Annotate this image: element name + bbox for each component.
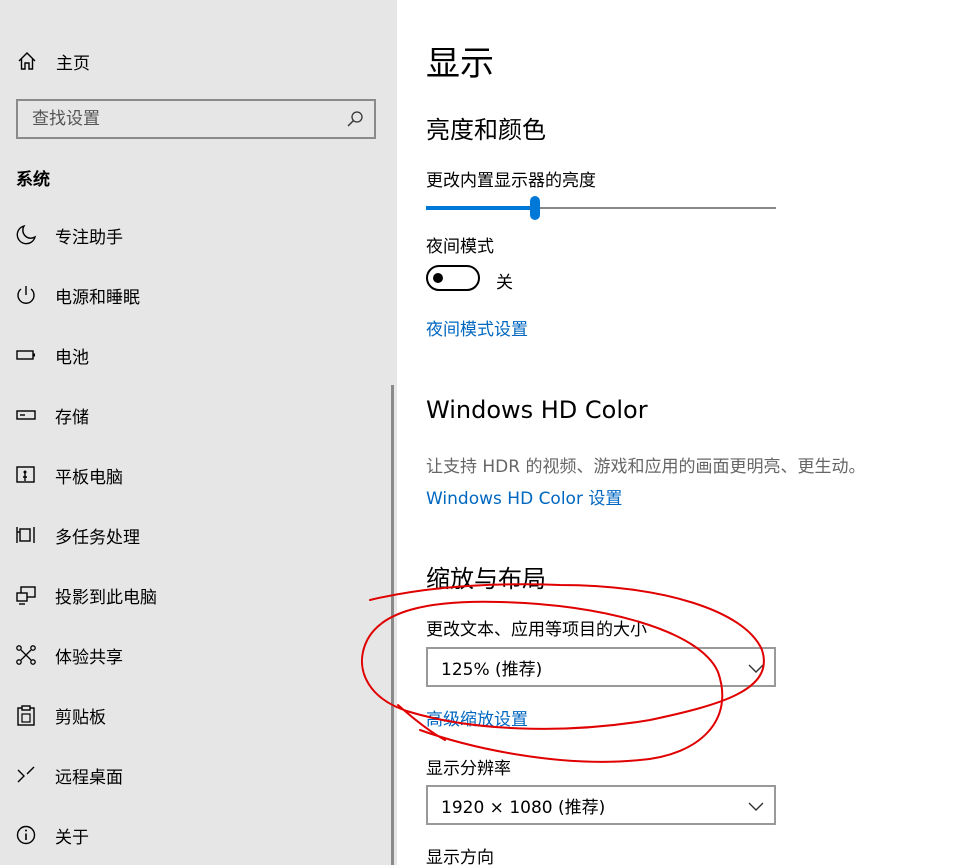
search-icon[interactable] [346, 110, 364, 128]
resolution-label: 显示分辨率 [426, 759, 511, 779]
hd-color-description: 让支持 HDR 的视频、游戏和应用的画面更明亮、更生动。 [426, 457, 866, 477]
night-light-toggle[interactable] [426, 265, 480, 291]
home-icon [16, 50, 38, 72]
orientation-label: 显示方向 [426, 848, 494, 865]
sidebar-item-label: 远程桌面 [55, 767, 123, 788]
toggle-knob [433, 273, 443, 283]
slider-thumb[interactable] [530, 196, 540, 220]
display-settings-page: 显示 亮度和颜色 更改内置显示器的亮度 夜间模式 关 夜间模式设置 Window… [397, 0, 967, 865]
brightness-heading: 亮度和颜色 [426, 116, 546, 144]
sidebar-item-label: 电池 [55, 347, 89, 368]
tablet-icon [14, 463, 38, 487]
advanced-scaling-link[interactable]: 高级缩放设置 [426, 705, 528, 730]
sidebar-item-label: 投影到此电脑 [55, 587, 157, 608]
night-light-state: 关 [496, 273, 513, 293]
night-light-settings-link[interactable]: 夜间模式设置 [426, 315, 528, 340]
project-icon [14, 583, 38, 607]
slider-fill [426, 206, 535, 210]
sidebar-item-focus-assist[interactable]: 专注助手 [0, 209, 391, 261]
sidebar-item-clipboard[interactable]: 剪贴板 [0, 689, 391, 741]
sidebar-item-tablet[interactable]: 平板电脑 [0, 449, 391, 501]
chevron-down-icon [748, 798, 764, 812]
scale-dropdown-value: 125% (推荐) [441, 659, 543, 680]
sidebar-item-label: 多任务处理 [55, 527, 140, 548]
scale-dropdown[interactable]: 125% (推荐) [426, 647, 776, 687]
power-icon [14, 283, 38, 307]
resolution-dropdown[interactable]: 1920 × 1080 (推荐) [426, 785, 776, 825]
sidebar-scrollbar[interactable] [391, 385, 394, 865]
sidebar-item-label: 电源和睡眠 [55, 287, 140, 308]
sidebar-item-label: 存储 [55, 407, 89, 428]
scale-label: 更改文本、应用等项目的大小 [426, 620, 647, 640]
sidebar-item-project-to-pc[interactable]: 投影到此电脑 [0, 569, 391, 621]
search-input[interactable] [32, 109, 332, 129]
multitask-icon [14, 523, 38, 547]
sidebar-item-label: 专注助手 [55, 227, 123, 248]
storage-icon [14, 403, 38, 427]
sidebar-home[interactable]: 主页 [16, 48, 90, 74]
battery-icon [14, 343, 38, 367]
hd-color-heading: Windows HD Color [426, 396, 648, 424]
search-box[interactable] [16, 99, 376, 139]
page-title: 显示 [426, 44, 494, 84]
sidebar-item-about[interactable]: 关于 [0, 809, 391, 861]
chevron-down-icon [748, 660, 764, 674]
remote-desktop-icon [14, 763, 38, 787]
sidebar-section-title: 系统 [16, 170, 50, 190]
sidebar-item-label: 体验共享 [55, 647, 123, 668]
sidebar-item-label: 平板电脑 [55, 467, 123, 488]
sidebar-item-label: 关于 [55, 827, 89, 848]
hd-color-settings-link[interactable]: Windows HD Color 设置 [426, 484, 622, 509]
sidebar-item-label: 剪贴板 [55, 707, 106, 728]
settings-sidebar: 主页 系统 专注助手 电源和睡眠 电池 存储 平板电脑 [0, 0, 397, 865]
sidebar-item-remote-desktop[interactable]: 远程桌面 [0, 749, 391, 801]
resolution-dropdown-value: 1920 × 1080 (推荐) [441, 797, 606, 818]
sidebar-item-shared-experiences[interactable]: 体验共享 [0, 629, 391, 681]
brightness-slider-label: 更改内置显示器的亮度 [426, 171, 596, 191]
moon-icon [14, 223, 38, 247]
sidebar-item-multitasking[interactable]: 多任务处理 [0, 509, 391, 561]
sidebar-item-storage[interactable]: 存储 [0, 389, 391, 441]
sidebar-item-power-sleep[interactable]: 电源和睡眠 [0, 269, 391, 321]
scale-layout-heading: 缩放与布局 [426, 565, 546, 593]
sidebar-item-battery[interactable]: 电池 [0, 329, 391, 381]
clipboard-icon [14, 703, 38, 727]
share-icon [14, 643, 38, 667]
sidebar-home-label: 主页 [56, 53, 90, 74]
info-icon [14, 823, 38, 847]
brightness-slider[interactable] [426, 196, 776, 220]
night-light-label: 夜间模式 [426, 237, 494, 257]
